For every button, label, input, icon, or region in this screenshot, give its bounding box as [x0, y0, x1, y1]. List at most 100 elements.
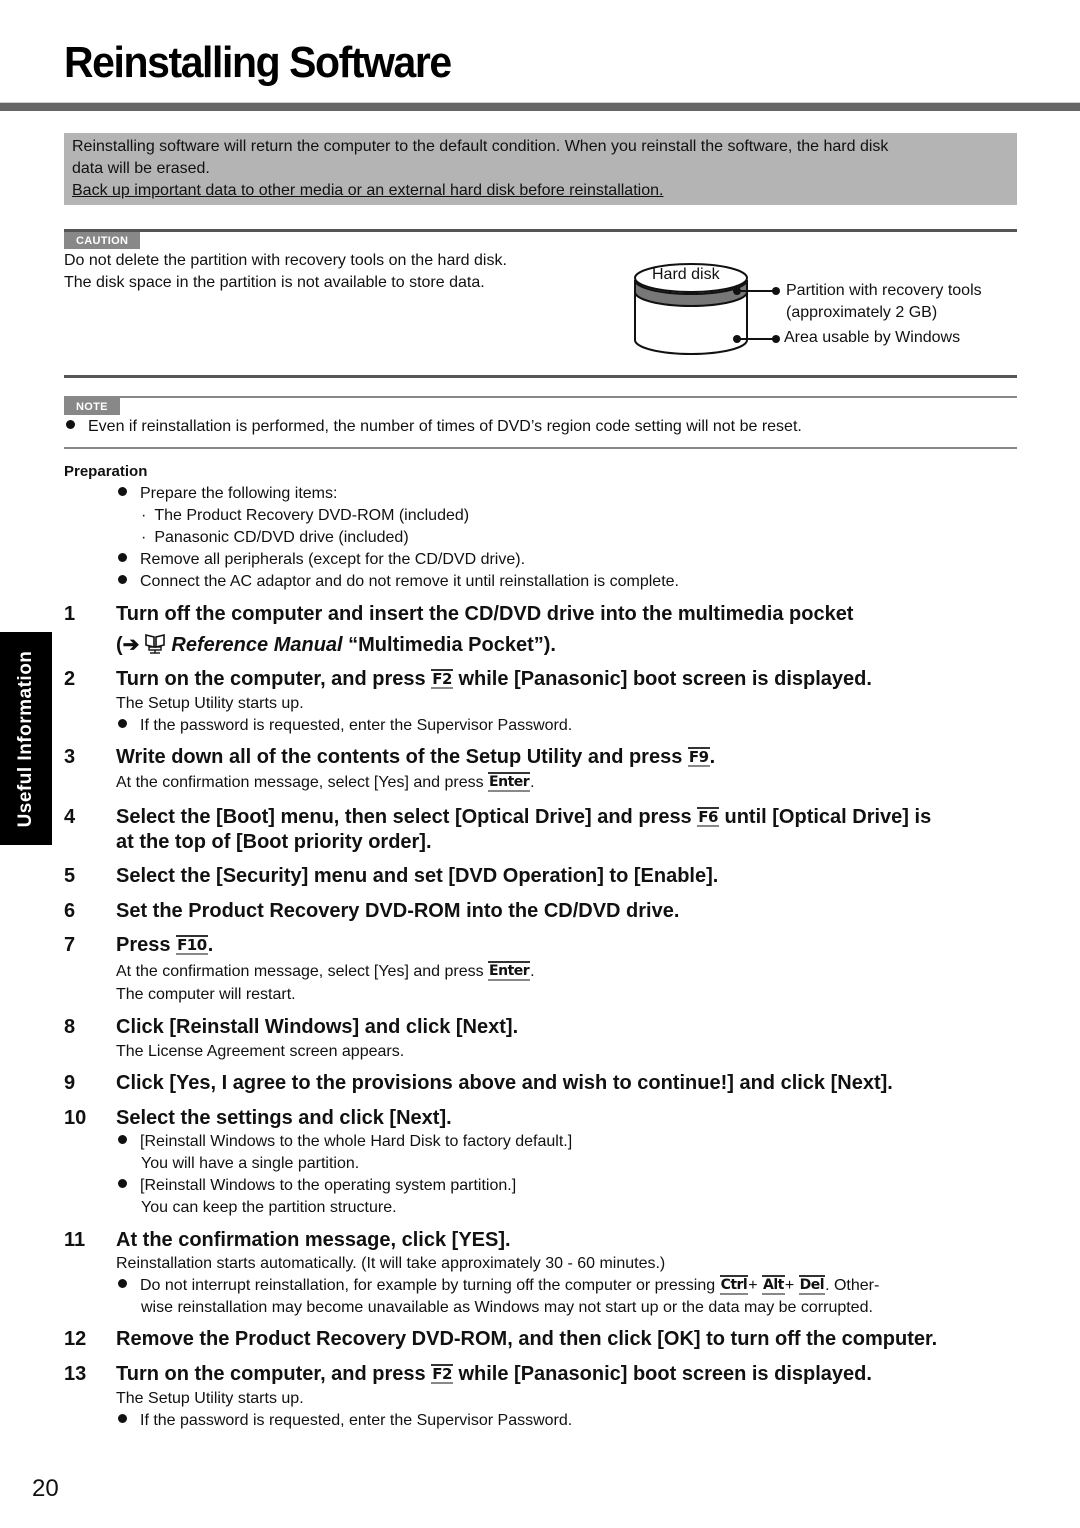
step-4: 4 Select the [Boot] menu, then select [Op… — [64, 804, 931, 830]
caution-rule — [64, 229, 1017, 232]
enter-key-icon: Enter — [488, 772, 531, 792]
step-number: 5 — [64, 865, 76, 887]
prep-subitem-text: The Product Recovery DVD-ROM (included) — [154, 507, 470, 524]
bullet-icon — [118, 487, 127, 496]
bullet-icon — [118, 575, 127, 584]
note-end-rule — [64, 447, 1017, 449]
intro-backup-warning: Back up important data to other media or… — [72, 182, 664, 199]
step-number: 4 — [64, 806, 76, 828]
step-7-note-2: The computer will restart. — [116, 986, 296, 1003]
prep-subitem-text: Panasonic CD/DVD drive (included) — [154, 529, 409, 546]
step-13-note: The Setup Utility starts up. — [116, 1390, 304, 1407]
step-10-option-1-note: You will have a single partition. — [141, 1155, 360, 1172]
step-text: Select the [Boot] menu, then select [Opt… — [116, 806, 698, 828]
intro-line-2: data will be erased. — [72, 160, 210, 177]
step-text: Select the settings and click [Next]. — [116, 1107, 452, 1129]
reference-manual-icon — [145, 633, 166, 654]
caution-tag: CAUTION — [64, 232, 141, 249]
note-item: Even if reinstallation is performed, the… — [66, 416, 802, 438]
step-6: 6 Set the Product Recovery DVD-ROM into t… — [64, 898, 679, 924]
intro-line-1: Reinstalling software will return the co… — [72, 138, 889, 155]
bullet-icon — [118, 1135, 127, 1144]
step-number: 9 — [64, 1072, 76, 1094]
bullet-icon — [118, 553, 127, 562]
prep-item: Connect the AC adaptor and do not remove… — [118, 571, 679, 593]
step-text: Turn on the computer, and press — [116, 1363, 432, 1385]
caution-line-1: Do not delete the partition with recover… — [64, 252, 507, 269]
section-side-tab: Useful Information — [0, 632, 52, 845]
step-number: 2 — [64, 668, 76, 690]
step-2-note: The Setup Utility starts up. — [116, 695, 304, 712]
step-8-note: The License Agreement screen appears. — [116, 1043, 405, 1060]
dot-icon: · — [141, 507, 147, 524]
step-11-note: Reinstallation starts automatically. (It… — [116, 1255, 666, 1272]
intro-warning-box: Reinstalling software will return the co… — [64, 133, 1017, 205]
prep-item-text: Remove all peripherals (except for the C… — [140, 551, 526, 568]
page-number: 20 — [32, 1475, 59, 1502]
alt-key-icon: Alt — [762, 1275, 785, 1295]
step-number: 6 — [64, 900, 76, 922]
dot-icon: · — [141, 529, 147, 546]
enter-key-icon: Enter — [488, 961, 531, 981]
step-text: Click [Reinstall Windows] and click [Nex… — [116, 1016, 519, 1038]
page-title: Reinstalling Software — [64, 38, 452, 87]
f2-key-icon: F2 — [431, 1364, 453, 1384]
option-text: [Reinstall Windows to the operating syst… — [140, 1177, 517, 1194]
step-text: Set the Product Recovery DVD-ROM into th… — [116, 900, 680, 922]
reference-manual-link: Reference Manual — [171, 634, 343, 656]
f9-key-icon: F9 — [687, 747, 710, 767]
step-number: 7 — [64, 934, 76, 956]
step-10-option-1: [Reinstall Windows to the whole Hard Dis… — [118, 1131, 572, 1153]
caution-line-2: The disk space in the partition is not a… — [64, 274, 485, 291]
step-text: At the confirmation message, click [YES]… — [116, 1229, 511, 1251]
step-10-option-2: [Reinstall Windows to the operating syst… — [118, 1175, 516, 1197]
bullet-text: If the password is requested, enter the … — [140, 1412, 573, 1429]
note-text: Even if reinstallation is performed, the… — [88, 418, 802, 435]
step-5: 5 Select the [Security] menu and set [DVD… — [64, 863, 718, 889]
step-text: until [Optical Drive] is — [718, 806, 932, 828]
del-key-icon: Del — [798, 1275, 826, 1295]
step-text: while [Panasonic] boot screen is display… — [452, 1363, 872, 1385]
step-text: Press — [116, 934, 177, 956]
step-13: 13 Turn on the computer, and press F2 whi… — [64, 1361, 872, 1387]
step-2-bullet: If the password is requested, enter the … — [118, 715, 572, 737]
prep-item-text: Prepare the following items: — [140, 485, 338, 502]
bullet-icon — [118, 719, 127, 728]
step-text: Turn on the computer, and press — [116, 668, 432, 690]
warning-text: Do not interrupt reinstallation, for exa… — [140, 1277, 720, 1294]
step-text: Click [Yes, I agree to the provisions ab… — [116, 1072, 893, 1094]
plus-sign: + — [748, 1277, 763, 1294]
f10-key-icon: F10 — [176, 935, 208, 955]
step-number: 1 — [64, 603, 76, 625]
hard-disk-label: Hard disk — [652, 266, 720, 283]
step-4-continued: at the top of [Boot priority order]. — [116, 831, 432, 853]
step-2: 2 Turn on the computer, and press F2 whil… — [64, 666, 872, 692]
prep-subitem: · Panasonic CD/DVD drive (included) — [141, 527, 409, 549]
arrow-icon: (➔ — [116, 634, 140, 656]
prep-item: Prepare the following items: — [118, 483, 337, 505]
step-number: 12 — [64, 1328, 87, 1350]
step-10-option-2-note: You can keep the partition structure. — [141, 1199, 397, 1216]
note-rule — [64, 396, 1017, 398]
step-text: Write down all of the contents of the Se… — [116, 746, 688, 768]
step-8: 8 Click [Reinstall Windows] and click [Ne… — [64, 1014, 518, 1040]
step-text: . — [207, 934, 214, 956]
note-text: . — [530, 963, 535, 980]
step-number: 3 — [64, 746, 76, 768]
note-text: At the confirmation message, select [Yes… — [116, 963, 489, 980]
note-text: . — [530, 774, 535, 791]
step-10: 10 Select the settings and click [Next]. — [64, 1105, 452, 1131]
step-7: 7 Press F10. — [64, 932, 213, 958]
reference-topic: “Multimedia Pocket”). — [342, 634, 556, 656]
step-11-warning: Do not interrupt reinstallation, for exa… — [118, 1275, 879, 1297]
step-text: while [Panasonic] boot screen is display… — [452, 668, 872, 690]
step-7-note: At the confirmation message, select [Yes… — [116, 961, 535, 983]
prep-subitem: · The Product Recovery DVD-ROM (included) — [141, 505, 469, 527]
bullet-icon — [118, 1279, 127, 1288]
bullet-icon — [118, 1179, 127, 1188]
step-12: 12 Remove the Product Recovery DVD-ROM, a… — [64, 1326, 937, 1352]
step-11: 11 At the confirmation message, click [YE… — [64, 1227, 511, 1253]
step-number: 13 — [64, 1363, 87, 1385]
partition-size-label: (approximately 2 GB) — [786, 304, 938, 321]
title-rule — [0, 102, 1080, 111]
